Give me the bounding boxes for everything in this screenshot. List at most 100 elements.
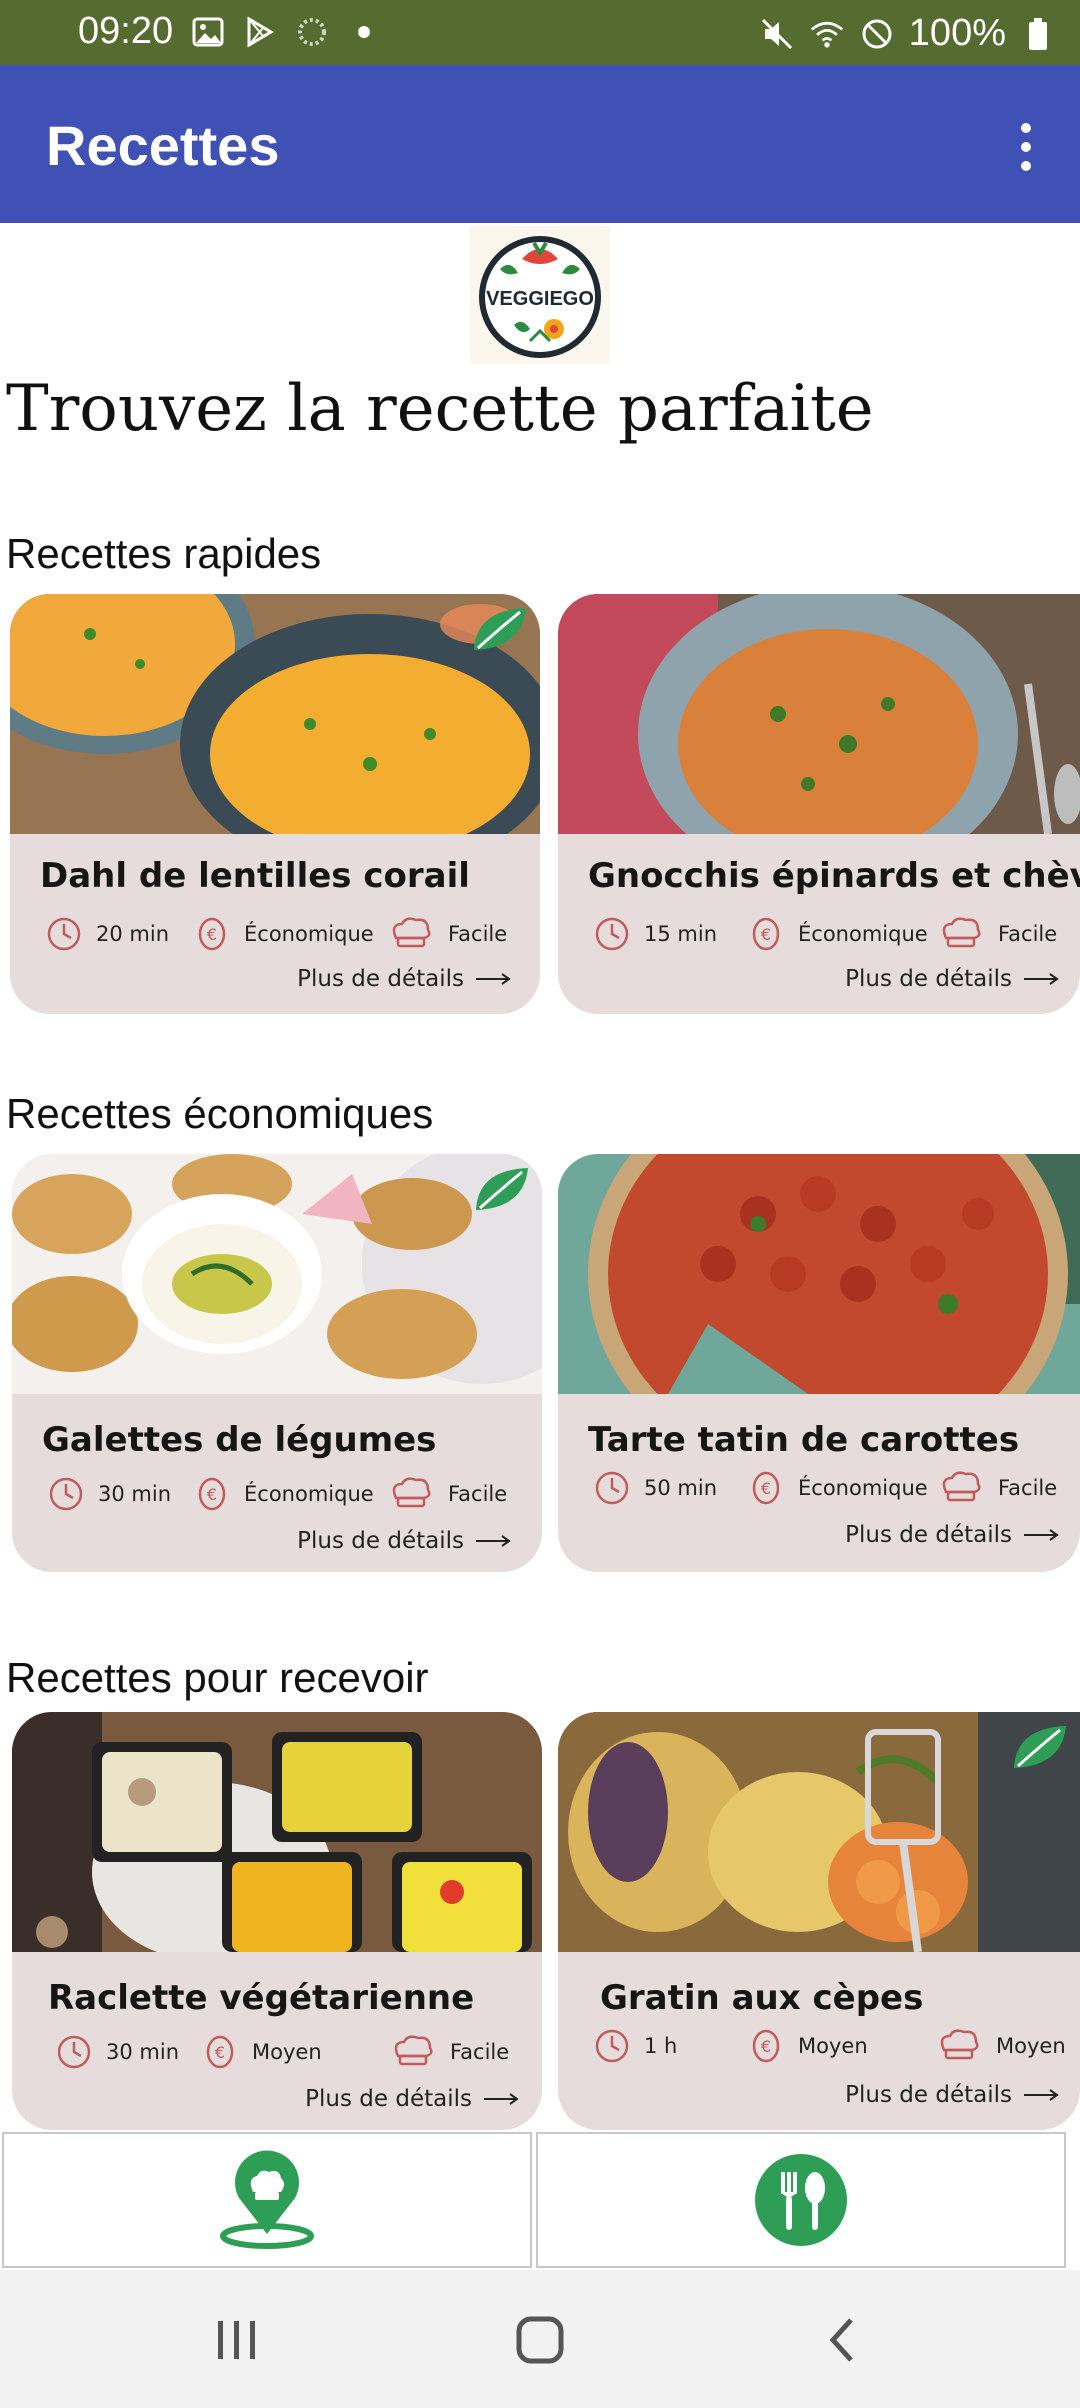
arrow-right-icon xyxy=(476,1535,511,1547)
veggie-leaf-icon xyxy=(474,608,526,650)
app-bar-title: Recettes xyxy=(46,114,280,177)
recipe-photo xyxy=(558,594,1080,834)
back-button[interactable] xyxy=(808,2310,878,2370)
coins-icon: € xyxy=(198,917,226,951)
more-details-label: Plus de détails xyxy=(845,1522,1012,1548)
recipe-difficulty: Facile xyxy=(450,2040,510,2064)
recipe-cost: Économique xyxy=(244,922,374,946)
chef-hat-icon xyxy=(942,1471,981,1502)
svg-text:VEGGIEGO: VEGGIEGO xyxy=(486,288,594,310)
do-not-disturb-icon xyxy=(859,16,895,52)
gallery-icon xyxy=(190,14,226,50)
cutlery-icon xyxy=(755,2154,847,2246)
recipe-name: Dahl de lentilles corail xyxy=(40,856,470,896)
chef-hat-icon xyxy=(392,1477,431,1508)
more-details-label: Plus de détails xyxy=(297,1528,464,1554)
veggie-leaf-icon xyxy=(1014,1726,1066,1768)
coins-icon: € xyxy=(752,1471,780,1505)
chef-hat-icon xyxy=(940,2029,979,2060)
loading-icon xyxy=(294,14,330,50)
more-details-label: Plus de détails xyxy=(845,966,1012,992)
svg-text:€: € xyxy=(215,2043,225,2062)
more-details-link[interactable]: Plus de détails xyxy=(305,2086,520,2112)
recipe-cost: Économique xyxy=(798,922,928,946)
recipe-cost: Économique xyxy=(244,1482,374,1506)
mute-icon xyxy=(759,16,795,52)
veggiego-logo: VEGGIEGO xyxy=(470,226,610,364)
recipe-cost: Économique xyxy=(798,1476,928,1500)
more-details-label: Plus de détails xyxy=(305,2086,472,2112)
more-details-link[interactable]: Plus de détails xyxy=(845,2082,1060,2108)
svg-text:€: € xyxy=(761,925,771,944)
tab-chef-location[interactable] xyxy=(2,2132,532,2268)
recipe-time: 50 min xyxy=(644,1476,717,1500)
chef-location-icon xyxy=(220,2150,314,2249)
veggie-leaf-icon xyxy=(476,1168,528,1210)
play-store-icon xyxy=(242,14,278,50)
coins-icon: € xyxy=(198,1477,226,1511)
recipe-cost: Moyen xyxy=(252,2040,322,2064)
recipe-card-gratin[interactable]: Gratin aux cèpes 1 h € Moyen Moyen Plus d… xyxy=(558,1712,1080,2130)
clock-icon xyxy=(595,917,629,951)
more-details-link[interactable]: Plus de détails xyxy=(297,1528,512,1554)
arrow-right-icon xyxy=(476,973,511,985)
section-title-economiques: Recettes économiques xyxy=(6,1090,434,1137)
more-details-link[interactable]: Plus de détails xyxy=(845,1522,1060,1548)
recipe-time: 30 min xyxy=(98,1482,171,1506)
recipe-name: Galettes de légumes xyxy=(42,1420,437,1460)
recipe-time: 1 h xyxy=(644,2034,678,2058)
recipe-difficulty: Facile xyxy=(448,1482,508,1506)
clock-icon xyxy=(49,1477,83,1511)
status-bar: 09:20 100% xyxy=(0,0,1080,65)
svg-text:€: € xyxy=(207,925,217,944)
dot-icon xyxy=(346,14,382,50)
chef-hat-icon xyxy=(394,2035,433,2066)
recipe-name: Tarte tatin de carottes xyxy=(588,1420,1020,1460)
coins-icon: € xyxy=(206,2035,234,2069)
recipe-card-dahl[interactable]: Dahl de lentilles corail 20 min € Économi… xyxy=(10,594,540,1014)
battery-level: 100% xyxy=(908,12,1006,54)
recipe-name: Gratin aux cèpes xyxy=(600,1978,924,2018)
recipe-difficulty: Moyen xyxy=(996,2034,1066,2058)
svg-text:€: € xyxy=(207,1485,217,1504)
home-button[interactable] xyxy=(505,2310,575,2370)
recipe-time: 20 min xyxy=(96,922,169,946)
wifi-icon xyxy=(809,16,845,52)
recipe-time: 15 min xyxy=(644,922,717,946)
recipe-name: Raclette végétarienne xyxy=(48,1978,475,2018)
recipe-card-raclette[interactable]: Raclette végétarienne 30 min € Moyen Faci… xyxy=(12,1712,542,2130)
recent-apps-icon xyxy=(218,2321,255,2359)
recipe-name: Gnocchis épinards et chèvre xyxy=(588,856,1080,896)
recent-apps-button[interactable] xyxy=(202,2310,272,2370)
more-details-link[interactable]: Plus de détails xyxy=(845,966,1060,992)
status-time: 09:20 xyxy=(78,10,174,52)
recipe-photo xyxy=(558,1712,1080,1952)
recipe-cost: Moyen xyxy=(798,2034,868,2058)
coins-icon: € xyxy=(752,2029,780,2063)
svg-text:€: € xyxy=(761,2037,771,2056)
section-title-recevoir: Recettes pour recevoir xyxy=(6,1654,429,1701)
more-details-link[interactable]: Plus de détails xyxy=(297,966,512,992)
arrow-right-icon xyxy=(1024,2089,1059,2101)
battery-icon xyxy=(1020,16,1056,52)
back-icon xyxy=(829,2318,853,2362)
recipe-photo xyxy=(12,1712,542,1952)
clock-icon xyxy=(47,917,81,951)
arrow-right-icon xyxy=(1024,1529,1059,1541)
tab-cutlery[interactable] xyxy=(536,2132,1066,2268)
section-title-rapides: Recettes rapides xyxy=(6,530,322,577)
app-bar: Recettes xyxy=(0,65,1080,223)
clock-icon xyxy=(595,2029,629,2063)
recipe-card-galettes[interactable]: Galettes de légumes 30 min € Économique F… xyxy=(12,1154,542,1572)
recipe-time: 30 min xyxy=(106,2040,179,2064)
bottom-tab-bar xyxy=(0,2132,1080,2270)
coins-icon: € xyxy=(752,917,780,951)
chef-hat-icon xyxy=(942,917,981,948)
system-nav-bar xyxy=(0,2270,1080,2408)
recipe-card-tarte-tatin[interactable]: Tarte tatin de carottes 50 min € Économiq… xyxy=(558,1154,1080,1572)
recipe-card-gnocchis[interactable]: Gnocchis épinards et chèvre 15 min € Écon… xyxy=(558,594,1080,1014)
recipe-difficulty: Facile xyxy=(998,922,1058,946)
home-icon xyxy=(516,2316,564,2364)
more-vert-icon[interactable] xyxy=(1002,117,1050,177)
recipe-photo xyxy=(558,1154,1080,1394)
